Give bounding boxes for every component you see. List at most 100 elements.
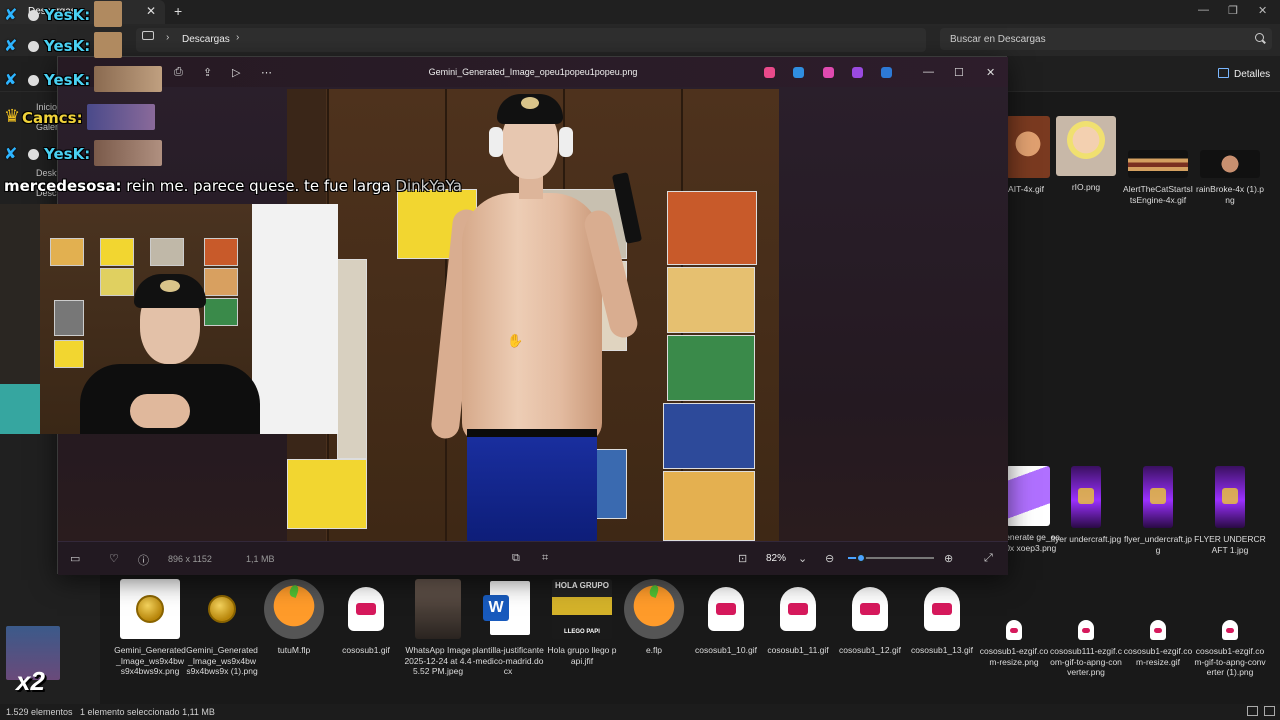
file-item[interactable]: cososub1_12.gif xyxy=(834,579,906,656)
file-name: Gemini_Generated_Image_ws9x4bws9x4bws9x.… xyxy=(114,645,186,676)
file-item[interactable]: AlertTheCatStartsItsEngine-4x.gif xyxy=(1122,150,1194,205)
breadcrumb-descargas[interactable]: Descargas xyxy=(182,34,230,45)
full-screen-icon[interactable]: ⤢ xyxy=(984,552,993,565)
zoom-out-icon[interactable]: ⊖ xyxy=(825,552,834,565)
meme-poster xyxy=(663,403,755,469)
chevron-right-icon[interactable]: › xyxy=(236,32,239,43)
webcam-duck-poster xyxy=(54,340,84,368)
copilot-icon[interactable] xyxy=(764,67,775,78)
details-button[interactable]: Detalles xyxy=(1218,68,1270,80)
close-tab-icon[interactable]: ✕ xyxy=(146,4,156,18)
file-item[interactable]: Gemini_Generated_Image_ws9x4bws9x4bws9x.… xyxy=(114,579,186,677)
file-item[interactable]: FLYER UNDERCRAFT 1.jpg xyxy=(1194,466,1266,555)
visual-search-icon[interactable]: ⌗ xyxy=(542,552,548,565)
ocr-icon[interactable]: ⧉ xyxy=(512,552,520,565)
file-item[interactable]: cososub111-ezgif.com-gif-to-apng-convert… xyxy=(1050,600,1122,678)
webcam-poster xyxy=(204,298,238,326)
clipchamp-icon[interactable] xyxy=(852,67,863,78)
slideshow-icon[interactable]: ▷ xyxy=(232,66,240,79)
file-item[interactable]: HOLA GRUPO LLEGO PAPI Hola grupo llego p… xyxy=(546,579,618,666)
meme-poster xyxy=(667,267,755,333)
chat-emote xyxy=(94,140,163,166)
share-icon[interactable]: ⇪ xyxy=(203,66,212,79)
file-item[interactable]: W plantilla-justificante-medico-madrid.d… xyxy=(472,579,544,677)
file-item[interactable]: rainBroke-4x (1).png xyxy=(1194,150,1266,205)
file-item[interactable]: cososub1.gif xyxy=(330,579,402,656)
file-item[interactable]: WhatsApp Image 2025-12-24 at 4.45.52 PM.… xyxy=(402,579,474,677)
file-item[interactable]: rIO.png xyxy=(1050,116,1122,193)
chat-username: Camcs: xyxy=(22,109,83,127)
zoom-level[interactable]: 82% xyxy=(766,553,786,564)
chat-badge-icon xyxy=(26,38,42,54)
favorite-icon[interactable]: ♡ xyxy=(109,552,119,565)
file-item[interactable]: cososub1_11.gif xyxy=(762,579,834,656)
file-item[interactable]: cososub1-ezgif.com-resize.png xyxy=(978,600,1050,667)
selection-info: 1 elemento seleccionado 1,11 MB xyxy=(80,707,215,717)
waistband xyxy=(467,429,597,437)
ghost-gif-thumbnail xyxy=(336,579,396,639)
file-item[interactable]: flyer_undercraft.jpg xyxy=(1122,466,1194,555)
tiles-view-icon[interactable] xyxy=(1264,706,1275,716)
headphone-right xyxy=(559,127,573,157)
person xyxy=(430,89,643,541)
restore-icon[interactable]: ❐ xyxy=(1228,4,1238,17)
file-thumbnail xyxy=(1006,116,1050,178)
file-thumbnail xyxy=(415,579,461,639)
this-pc-icon[interactable] xyxy=(142,31,154,40)
file-name: cososub1_13.gif xyxy=(911,645,973,655)
file-item[interactable]: e.flp xyxy=(618,579,690,656)
chat-line: Camcs: xyxy=(0,104,155,130)
file-name: Hola grupo llego papi.jfif xyxy=(547,645,617,666)
address-box[interactable] xyxy=(136,28,926,52)
info-icon[interactable]: ⓘ xyxy=(138,552,149,568)
hand-cursor-icon: ✋ xyxy=(507,333,524,348)
zoom-slider-thumb[interactable] xyxy=(855,553,866,563)
webcam-teal-object xyxy=(0,384,40,434)
edit-icon[interactable] xyxy=(793,67,804,78)
word-letter: W xyxy=(483,595,509,621)
file-name: tutuM.flp xyxy=(277,645,311,655)
chat-badge-icon xyxy=(26,146,42,162)
file-name: AlertTheCatStartsItsEngine-4x.gif xyxy=(1123,184,1193,205)
chat-emote xyxy=(94,32,123,58)
designer-icon[interactable] xyxy=(823,67,834,78)
details-view-icon[interactable] xyxy=(1247,706,1258,716)
onedrive-icon[interactable] xyxy=(881,67,892,78)
explorer-tab-bar: Descargas ✕ + — ❐ ✕ xyxy=(0,0,1280,24)
fl-studio-icon xyxy=(624,579,684,639)
maximize-icon[interactable]: ☐ xyxy=(954,66,964,79)
file-item[interactable]: cososub1-ezgif.com-gif-to-apng-converter… xyxy=(1194,600,1266,678)
chevron-down-icon[interactable]: ⌄ xyxy=(798,552,807,565)
chat-line: YesK: xyxy=(0,1,123,27)
file-name: cososub1_11.gif xyxy=(767,645,829,655)
file-thumbnail xyxy=(1128,150,1188,178)
ghost-png-thumbnail xyxy=(984,600,1044,640)
file-item[interactable]: cososub1-ezgif.com-resize.gif xyxy=(1122,600,1194,667)
search-icon[interactable] xyxy=(1255,33,1264,42)
fit-to-window-icon[interactable]: ⊡ xyxy=(738,552,747,565)
zoom-in-icon[interactable]: ⊕ xyxy=(944,552,953,565)
file-item[interactable]: flyer undercraft.jpg xyxy=(1050,466,1122,545)
close-icon[interactable]: ✕ xyxy=(986,66,995,79)
minimize-icon[interactable]: — xyxy=(1198,4,1209,16)
filmstrip-icon[interactable]: ▭ xyxy=(70,552,80,565)
file-item[interactable]: Gemini_Generated_Image_ws9x4bws9x4bws9x … xyxy=(186,579,258,677)
chat-message: mercedesosa: rein me. parece quese. te f… xyxy=(4,177,462,195)
fl-studio-icon xyxy=(264,579,324,639)
file-item[interactable]: cososub1_13.gif xyxy=(906,579,978,656)
chat-username: YesK: xyxy=(44,6,91,24)
displayed-image[interactable] xyxy=(287,89,779,541)
close-window-icon[interactable]: ✕ xyxy=(1258,4,1267,17)
file-name: WhatsApp Image 2025-12-24 at 4.45.52 PM.… xyxy=(404,645,472,676)
more-options-icon[interactable]: ⋯ xyxy=(261,66,272,79)
chat-message-emote: DinkYaYa xyxy=(395,177,462,195)
minimize-icon[interactable]: — xyxy=(923,66,934,78)
file-name: flyer_undercraft.jpg xyxy=(1123,534,1193,555)
bitcoin-icon xyxy=(208,595,236,623)
file-item[interactable]: tutuM.flp xyxy=(258,579,330,656)
new-tab-icon[interactable]: + xyxy=(174,3,182,19)
file-item[interactable]: cososub1_10.gif xyxy=(690,579,762,656)
chevron-right-icon[interactable]: › xyxy=(166,32,169,43)
print-icon[interactable]: ⎙ xyxy=(174,66,183,79)
chat-line: YesK: xyxy=(0,140,163,166)
